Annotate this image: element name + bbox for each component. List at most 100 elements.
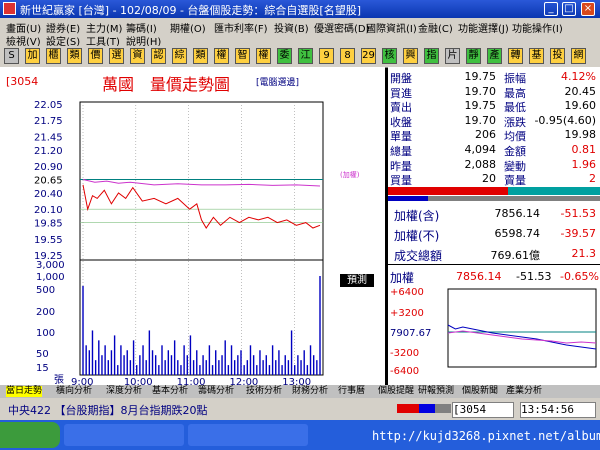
toolbar-button-23[interactable]: 產 <box>487 48 502 64</box>
tab-4[interactable]: 籌碼分析 <box>198 386 235 397</box>
volume-bar <box>120 345 122 375</box>
minichart-index-line <box>447 324 597 350</box>
watermark-url: http://kujd3268.pixnet.net/album <box>372 429 600 443</box>
volume-bar <box>218 360 220 375</box>
tab-2[interactable]: 深度分析 <box>106 386 143 397</box>
close-button[interactable]: × <box>581 2 595 16</box>
tab-7[interactable]: 行事曆 <box>338 386 366 397</box>
volume-bar <box>154 355 157 375</box>
volume-bar <box>113 335 116 375</box>
menu-item-10[interactable]: 功能選擇(J) <box>458 20 509 35</box>
volume-bar <box>230 345 233 375</box>
toolbar-button-3[interactable]: 類 <box>67 48 82 64</box>
price-tick-label: 20.90 <box>34 162 63 173</box>
quote-panel: 開盤 19.75 振幅 4.12% 買進 19.70 最高 20.45 賣出 19.75 最低 19.… <box>388 67 600 385</box>
volume-bar <box>246 360 249 375</box>
volume-bar <box>85 345 87 375</box>
volume-tick-label: 張 <box>54 374 64 385</box>
start-button[interactable] <box>0 422 60 448</box>
title-bar: 新世紀贏家 [台灣] - 102/08/09 - 台盤個股走勢：綜合自選股[名望… <box>0 0 600 18</box>
volume-bar <box>256 365 258 375</box>
toolbar-button-20[interactable]: 指 <box>424 48 439 64</box>
menu-item-6[interactable]: 投資(B) <box>274 20 309 35</box>
toolbar-button-0[interactable]: S <box>4 48 19 64</box>
minichart-tick: -6400 <box>390 366 419 377</box>
toolbar-button-22[interactable]: 靜 <box>466 48 481 64</box>
taskbar-window-button-1[interactable] <box>64 424 184 446</box>
toolbar-button-19[interactable]: 興 <box>403 48 418 64</box>
menu-item-7[interactable]: 優選密碼(D) <box>314 20 370 35</box>
news-ticker[interactable]: 中央422 【台股期指】8月台指期跌20點 <box>8 402 208 418</box>
toolbar-button-17[interactable]: 29 <box>361 48 376 64</box>
toolbar-button-10[interactable]: 權 <box>214 48 229 64</box>
price-tick-label: 21.45 <box>34 132 63 143</box>
analysis-tab-bar: 當日走勢 橫向分析 深度分析 基本分析 籌碼分析 技術分析 財務分析 行事曆 個股提醒 研報預測個… <box>0 385 600 398</box>
tab-10[interactable]: 個股新聞 <box>462 386 499 397</box>
volume-bar <box>281 365 283 375</box>
volume-bar <box>129 360 132 375</box>
toolbar-button-14[interactable]: 江 <box>298 48 313 64</box>
menu-item-5[interactable]: 匯市利率(F) <box>214 20 268 35</box>
tab-11[interactable]: 產業分析 <box>506 386 543 397</box>
volume-bar <box>91 330 94 375</box>
volume-bar <box>117 365 119 375</box>
volume-bar <box>142 345 144 375</box>
maximize-button[interactable]: □ <box>562 2 576 16</box>
tab-3[interactable]: 基本分析 <box>152 386 189 397</box>
toolbar-button-25[interactable]: 基 <box>529 48 544 64</box>
toolbar-button-16[interactable]: 8 <box>340 48 355 64</box>
volume-bar <box>88 350 91 375</box>
menu-item-9[interactable]: 金融(C) <box>418 20 453 35</box>
status-clock: 13:54:56 <box>520 402 596 418</box>
toolbar-button-9[interactable]: 類 <box>193 48 208 64</box>
toolbar-button-1[interactable]: 加 <box>25 48 40 64</box>
tab-1[interactable]: 橫向分析 <box>56 386 93 397</box>
menu-item-4[interactable]: 期權(O) <box>170 20 206 35</box>
time-tick-label: 9:00 <box>71 377 93 385</box>
taskbar-window-button-2[interactable] <box>188 424 308 446</box>
toolbar-button-15[interactable]: 9 <box>319 48 334 64</box>
toolbar-button-24[interactable]: 轉 <box>508 48 523 64</box>
status-bar: 中央422 【台股期指】8月台指期跌20點 [3054 13:54:56 <box>0 398 600 420</box>
tab-5[interactable]: 技術分析 <box>246 386 283 397</box>
toolbar-button-12[interactable]: 權 <box>256 48 271 64</box>
tab-8[interactable]: 個股提醒 <box>378 386 415 397</box>
menu-item-11[interactable]: 功能操作(I) <box>512 20 563 35</box>
volume-bar <box>186 355 188 375</box>
volume-bar <box>98 340 100 375</box>
toolbar-button-2[interactable]: 櫃 <box>46 48 61 64</box>
toolbar-button-8[interactable]: 綜 <box>172 48 187 64</box>
volume-bar <box>148 330 151 375</box>
volume-tick-label: 1,000 <box>36 272 65 283</box>
minimize-button[interactable]: _ <box>544 2 558 16</box>
volume-bar <box>104 345 106 375</box>
volume-bar <box>303 350 305 375</box>
price-tick-label: 20.40 <box>34 189 63 200</box>
menu-item-8[interactable]: 國際資訊(I) <box>366 20 417 35</box>
toolbar-button-26[interactable]: 投 <box>550 48 565 64</box>
status-color-indicator <box>397 404 451 413</box>
tab-0[interactable]: 當日走勢 <box>6 386 43 397</box>
tab-6[interactable]: 財務分析 <box>292 386 329 397</box>
toolbar-button-5[interactable]: 選 <box>109 48 124 64</box>
toolbar-button-6[interactable]: 資 <box>130 48 145 64</box>
volume-bar <box>300 360 302 375</box>
volume-bar <box>316 360 318 375</box>
status-code[interactable]: [3054 <box>452 402 514 418</box>
toolbar: S 加櫃類價選資認綜類權智權委江 9 8 29 核興指片靜產轉基投網 <box>0 46 600 68</box>
forecast-button[interactable]: 預測 <box>340 274 374 287</box>
toolbar-button-11[interactable]: 智 <box>235 48 250 64</box>
toolbar-button-27[interactable]: 網 <box>571 48 586 64</box>
toolbar-button-7[interactable]: 認 <box>151 48 166 64</box>
volume-bar <box>205 360 207 375</box>
time-tick-label: 11:00 <box>177 377 206 385</box>
toolbar-button-13[interactable]: 委 <box>277 48 292 64</box>
toolbar-button-21[interactable]: 片 <box>445 48 460 64</box>
volume-bar <box>211 365 214 375</box>
price-volume-chart: 22.05 21.75 21.45 21.20 20.90 20.65 20.40 20.10… <box>34 100 360 385</box>
volume-bar <box>297 355 299 375</box>
toolbar-button-4[interactable]: 價 <box>88 48 103 64</box>
toolbar-button-18[interactable]: 核 <box>382 48 397 64</box>
tab-9[interactable]: 研報預測 <box>418 386 455 397</box>
price-tick-label: 22.05 <box>34 100 63 111</box>
